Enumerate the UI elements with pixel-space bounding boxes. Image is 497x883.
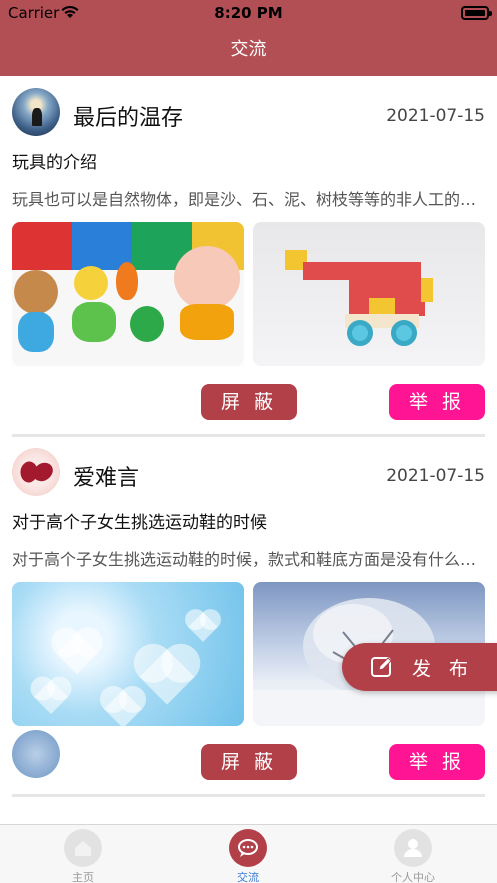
post-title[interactable]: 对于高个子女生挑选运动鞋的时候: [12, 508, 267, 533]
block-button[interactable]: 屏 蔽: [201, 384, 297, 420]
tab-label: 交流: [237, 871, 259, 883]
tab-home[interactable]: 主页: [23, 829, 143, 883]
avatar[interactable]: [12, 448, 60, 496]
page-title: 交流: [230, 39, 267, 60]
tab-label: 个人中心: [391, 871, 435, 883]
post-description[interactable]: 对于高个子女生挑选运动鞋的时候，款式和鞋底方面是没有什么限制的: [12, 546, 484, 570]
post-description[interactable]: 玩具也可以是自然物体，即是沙、石、泥、树枝等等的非人工的东西: [12, 186, 484, 210]
publish-button[interactable]: 发 布: [342, 643, 497, 691]
person-icon: [394, 829, 432, 867]
battery-icon: [461, 6, 492, 20]
post-username: 爱难言: [73, 466, 140, 491]
tab-chat[interactable]: 交流: [188, 829, 308, 883]
post-username: 最后的温存: [73, 106, 184, 131]
home-icon: [64, 829, 102, 867]
block-button[interactable]: 屏 蔽: [201, 744, 297, 780]
avatar[interactable]: [12, 88, 60, 136]
post-feed[interactable]: 最后的温存 2021-07-15 玩具的介绍 玩具也可以是自然物体，即是沙、石、…: [0, 76, 497, 824]
edit-icon: [370, 655, 394, 679]
tab-profile[interactable]: 个人中心: [353, 829, 473, 883]
clock: 8:20 PM: [214, 4, 283, 22]
report-button[interactable]: 举 报: [389, 384, 485, 420]
toys-image[interactable]: [12, 222, 244, 366]
post-date: 2021-07-15: [386, 466, 485, 486]
lego-image[interactable]: [253, 222, 485, 366]
hearts-image[interactable]: [12, 582, 244, 726]
post-card[interactable]: 最后的温存 2021-07-15 玩具的介绍 玩具也可以是自然物体，即是沙、石、…: [0, 76, 497, 437]
post-date: 2021-07-15: [386, 106, 485, 126]
post-title[interactable]: 玩具的介绍: [12, 148, 97, 173]
tab-bar: 主页 交流 个人中心: [0, 824, 497, 883]
nav-bar: 交流: [0, 28, 497, 76]
tab-label: 主页: [72, 871, 94, 883]
status-bar: Carrier 8:20 PM: [0, 0, 497, 28]
chat-icon: [229, 829, 267, 867]
publish-label: 发 布: [412, 658, 475, 680]
report-button[interactable]: 举 报: [389, 744, 485, 780]
post-card[interactable]: 爱难言 2021-07-15 对于高个子女生挑选运动鞋的时候 对于高个子女生挑选…: [0, 436, 497, 797]
avatar[interactable]: [12, 730, 60, 778]
post-divider: [12, 794, 485, 797]
